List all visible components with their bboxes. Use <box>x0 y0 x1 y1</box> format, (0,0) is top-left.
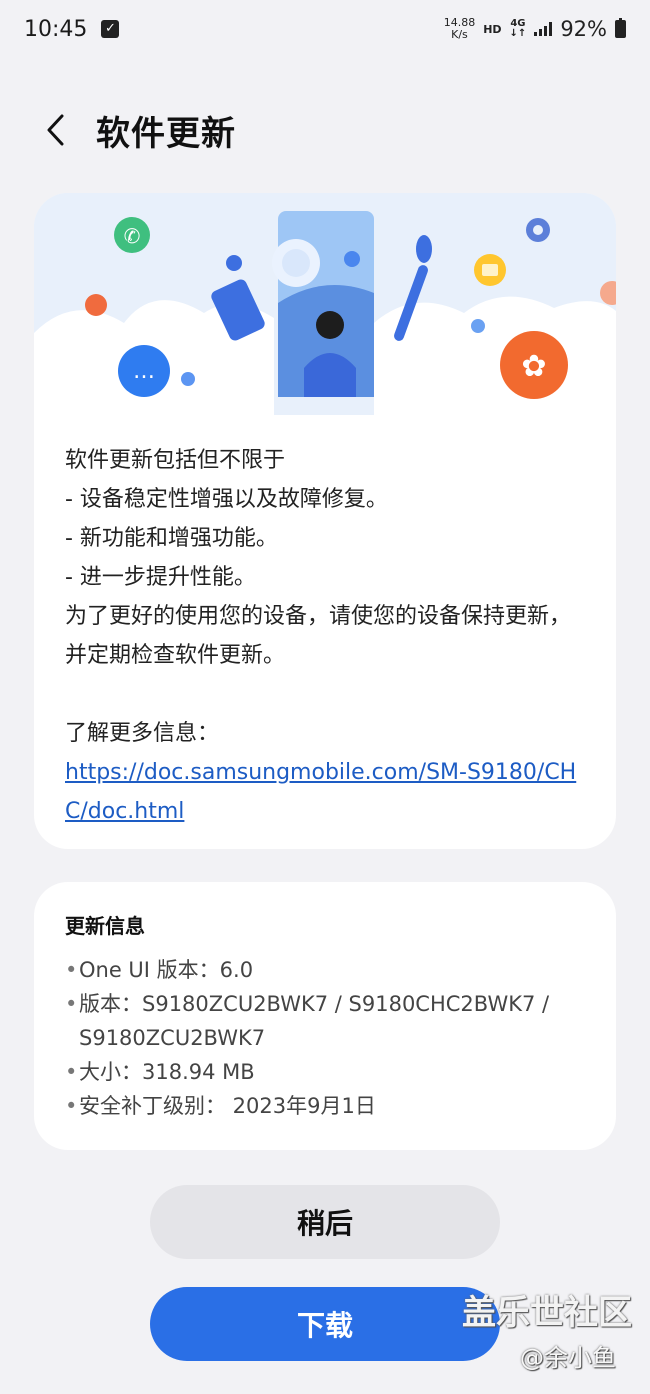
info-item-build-version: 版本：S9180ZCU2BWK7 / S9180CHC2BWK7 / S9180… <box>65 987 585 1055</box>
description-line: 为了更好的使用您的设备，请使您的设备保持更新，并定期检查软件更新。 <box>65 604 572 668</box>
checkbox-notification-icon: ✓ <box>101 20 120 38</box>
header: 软件更新 <box>0 100 650 160</box>
watermark-community: 盖乐世社区 <box>462 1293 632 1333</box>
info-item-size: 大小：318.94 MB <box>65 1055 585 1089</box>
update-description: 软件更新包括但不限于 - 设备稳定性增强以及故障修复。 - 新功能和增强功能。 … <box>34 415 616 831</box>
page-title: 软件更新 <box>96 113 236 154</box>
status-indicators: 14.88 K/s HD 4G ↓↑ 92% <box>444 17 626 41</box>
more-info-label: 了解更多信息： <box>65 721 220 746</box>
battery-percent: 92% <box>560 17 607 41</box>
update-info-card: 更新信息 One UI 版本：6.0 版本：S9180ZCU2BWK7 / S9… <box>34 882 616 1150</box>
info-item-security-patch: 安全补丁级别： 2023年9月1日 <box>65 1089 585 1123</box>
hd-icon: HD <box>483 22 502 36</box>
description-line: - 设备稳定性增强以及故障修复。 <box>65 487 388 512</box>
description-line: 软件更新包括但不限于 <box>65 448 286 473</box>
signal-icon <box>534 22 553 36</box>
svg-text:✆: ✆ <box>124 224 141 248</box>
status-time: 10:45 <box>24 16 88 42</box>
download-button[interactable]: 下载 <box>150 1287 500 1361</box>
description-line: - 进一步提升性能。 <box>65 565 256 590</box>
info-item-oneui-version: One UI 版本：6.0 <box>65 953 585 987</box>
4g-icon: 4G ↓↑ <box>509 18 527 39</box>
description-line: - 新功能和增强功能。 <box>65 526 278 551</box>
watermark-author: @余小鱼 <box>520 1344 616 1372</box>
later-button[interactable]: 稍后 <box>150 1185 500 1259</box>
update-info-list: One UI 版本：6.0 版本：S9180ZCU2BWK7 / S9180CH… <box>65 953 585 1123</box>
hero-illustration: ✆ … ✿ <box>34 193 616 415</box>
svg-text:…: … <box>133 359 155 384</box>
back-button[interactable] <box>26 100 86 160</box>
network-speed: 14.88 K/s <box>443 16 476 41</box>
chevron-left-icon <box>47 114 64 146</box>
svg-text:✿: ✿ <box>521 349 546 384</box>
update-info-title: 更新信息 <box>65 914 145 938</box>
battery-icon <box>615 18 626 38</box>
status-bar: 10:45 ✓ 14.88 K/s HD 4G ↓↑ 92% <box>0 0 650 58</box>
description-card: ✆ … ✿ 软件更新包括但不限于 - 设备稳定性增强以及故障修复。 - 新功能和… <box>34 193 616 849</box>
more-info-link[interactable]: https://doc.samsungmobile.com/SM-S9180/C… <box>65 760 576 824</box>
